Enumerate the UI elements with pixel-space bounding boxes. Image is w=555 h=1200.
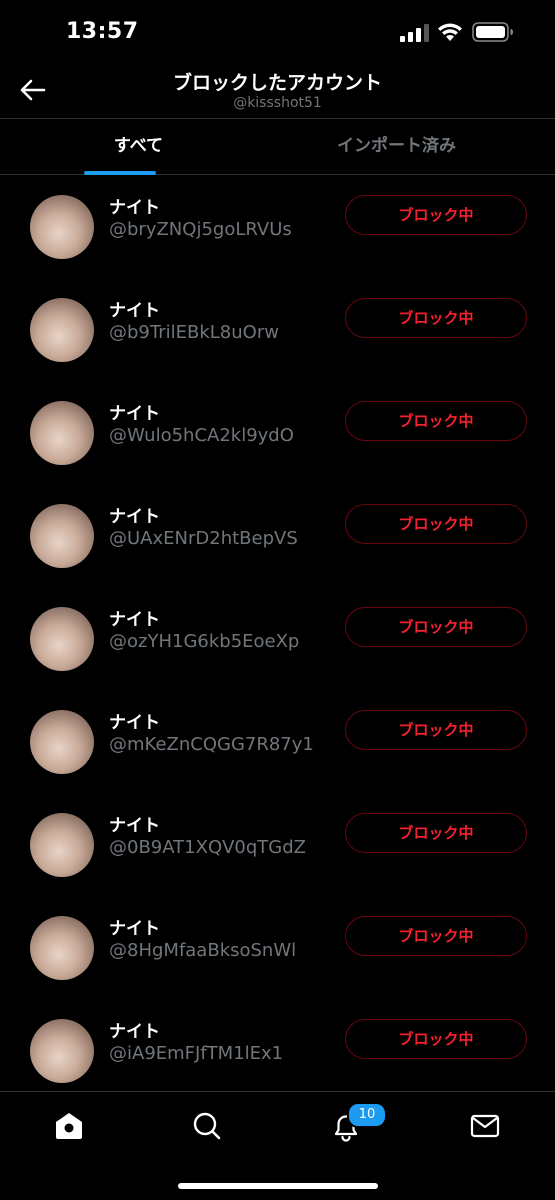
- search-icon[interactable]: [187, 1110, 227, 1142]
- avatar[interactable]: [30, 1019, 94, 1083]
- user-name: ナイト: [109, 713, 160, 733]
- list-item[interactable]: ナイト @mKeZnCQGG7R87y1 ブロック中: [0, 691, 555, 794]
- list-item[interactable]: ナイト @8HgMfaaBksoSnWl ブロック中: [0, 897, 555, 1000]
- blocked-button[interactable]: ブロック中: [345, 813, 527, 853]
- avatar[interactable]: [30, 401, 94, 465]
- avatar[interactable]: [30, 916, 94, 980]
- signal-icon: [400, 24, 429, 42]
- tab-all-label: すべて: [113, 136, 164, 156]
- avatar[interactable]: [30, 813, 94, 877]
- page-subtitle: @kissshot51: [233, 95, 322, 111]
- user-handle: @b9TrilEBkL8uOrw: [109, 322, 279, 343]
- user-handle: @iA9EmFJfTM1lEx1: [109, 1043, 284, 1064]
- page-title: ブロックしたアカウント: [172, 72, 382, 94]
- blocked-button[interactable]: ブロック中: [345, 401, 527, 441]
- user-handle: @Wulo5hCA2kl9ydO: [109, 425, 294, 446]
- blocked-button[interactable]: ブロック中: [345, 916, 527, 956]
- user-name: ナイト: [109, 301, 160, 321]
- list-item[interactable]: ナイト @bryZNQj5goLRVUs ブロック中: [0, 176, 555, 279]
- list-item[interactable]: ナイト @iA9EmFJfTM1lEx1 ブロック中: [0, 1000, 555, 1103]
- battery-icon: [472, 22, 513, 42]
- user-name: ナイト: [109, 919, 160, 939]
- blocked-button[interactable]: ブロック中: [345, 195, 527, 235]
- user-name: ナイト: [109, 404, 160, 424]
- user-name: ナイト: [109, 816, 160, 836]
- tab-imported-label: インポート済み: [337, 136, 456, 156]
- list-item[interactable]: ナイト @UAxENrD2htBepVS ブロック中: [0, 485, 555, 588]
- status-bar: 13:57: [0, 0, 555, 64]
- blocked-button[interactable]: ブロック中: [345, 504, 527, 544]
- avatar[interactable]: [30, 298, 94, 362]
- user-handle: @0B9AT1XQV0qTGdZ: [109, 837, 307, 858]
- user-name: ナイト: [109, 507, 160, 527]
- header: ブロックしたアカウント @kissshot51: [0, 64, 555, 118]
- user-handle: @ozYH1G6kb5EoeXp: [109, 631, 300, 652]
- active-tab-indicator: [84, 171, 156, 175]
- home-icon[interactable]: [49, 1110, 89, 1142]
- tab-imported[interactable]: インポート済み: [258, 119, 535, 175]
- user-name: ナイト: [109, 1022, 160, 1042]
- blocked-button[interactable]: ブロック中: [345, 710, 527, 750]
- list-item[interactable]: ナイト @ozYH1G6kb5EoeXp ブロック中: [0, 588, 555, 691]
- status-time: 13:57: [66, 19, 139, 44]
- blocked-button[interactable]: ブロック中: [345, 298, 527, 338]
- blocked-button[interactable]: ブロック中: [345, 607, 527, 647]
- tab-bar: すべて インポート済み: [0, 118, 555, 175]
- user-name: ナイト: [109, 198, 160, 218]
- avatar[interactable]: [30, 710, 94, 774]
- user-name: ナイト: [109, 610, 160, 630]
- list-item[interactable]: ナイト @b9TrilEBkL8uOrw ブロック中: [0, 279, 555, 382]
- blocked-button[interactable]: ブロック中: [345, 1019, 527, 1059]
- avatar[interactable]: [30, 607, 94, 671]
- avatar[interactable]: [30, 195, 94, 259]
- tab-all[interactable]: すべて: [0, 119, 277, 175]
- user-handle: @bryZNQj5goLRVUs: [109, 219, 292, 240]
- notification-badge: 10: [347, 1102, 387, 1128]
- blocked-user-list: ナイト @bryZNQj5goLRVUs ブロック中 ナイト @b9TrilEB…: [0, 176, 555, 1103]
- user-handle: @8HgMfaaBksoSnWl: [109, 940, 297, 961]
- mail-icon[interactable]: [465, 1110, 505, 1142]
- list-item[interactable]: ナイト @Wulo5hCA2kl9ydO ブロック中: [0, 382, 555, 485]
- home-indicator[interactable]: [178, 1183, 378, 1189]
- list-item[interactable]: ナイト @0B9AT1XQV0qTGdZ ブロック中: [0, 794, 555, 897]
- user-handle: @mKeZnCQGG7R87y1: [109, 734, 314, 755]
- user-handle: @UAxENrD2htBepVS: [109, 528, 298, 549]
- avatar[interactable]: [30, 504, 94, 568]
- wifi-icon: [438, 23, 462, 41]
